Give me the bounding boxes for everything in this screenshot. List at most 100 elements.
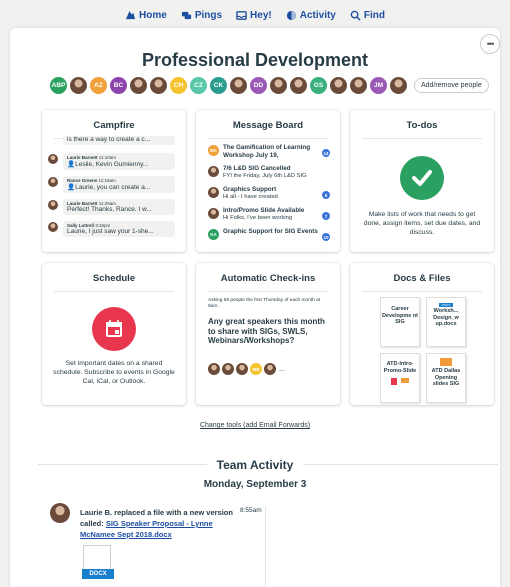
- nav-activity-label: Activity: [299, 9, 336, 21]
- person-avatar[interactable]: DD: [250, 77, 267, 94]
- avatar: [208, 363, 220, 375]
- more-responders: ...: [279, 365, 285, 373]
- message-item[interactable]: MC The Gamification of Learning Workshop…: [208, 144, 332, 164]
- avatar: [222, 363, 234, 375]
- checkins-title: Automatic Check-ins: [220, 273, 316, 284]
- person-avatar[interactable]: [330, 77, 347, 94]
- doc-file[interactable]: ATD-Intro-Promo-Slide: [380, 353, 420, 403]
- add-remove-people-button[interactable]: Add/remove people: [414, 78, 489, 93]
- calendar-icon: [92, 307, 136, 351]
- avatar: [208, 166, 219, 177]
- person-avatar[interactable]: JM: [370, 77, 387, 94]
- nav-find-label: Find: [363, 9, 385, 21]
- chat-message: Sally Luttrell 3:16pm Laurie, I just saw…: [48, 221, 180, 237]
- schedule-card[interactable]: Schedule Set important dates on a shared…: [42, 263, 186, 405]
- chat-message: Rance Greene 11:18am 👤Laurie, you can cr…: [48, 176, 180, 193]
- message-item[interactable]: KA Graphic Support for SIG Events 10: [208, 228, 332, 248]
- todos-card[interactable]: To-dos Make lists of work that needs to …: [350, 110, 494, 252]
- message-item[interactable]: Graphics Support Hi all - I have created …: [208, 186, 332, 206]
- person-avatar[interactable]: CH: [170, 77, 187, 94]
- avatar: [236, 363, 248, 375]
- person-avatar[interactable]: [270, 77, 287, 94]
- checkins-divider: [208, 291, 328, 292]
- change-tools-link[interactable]: Change tools (add Email Forwards): [10, 422, 500, 429]
- docx-file-icon[interactable]: DOCX: [82, 545, 114, 579]
- nav-find[interactable]: Find: [350, 10, 385, 21]
- chat-text: 👤Leslie, Kevin Gumienny...: [67, 161, 149, 168]
- message-board-title: Message Board: [232, 120, 304, 131]
- person-avatar[interactable]: GS: [310, 77, 327, 94]
- todos-title: To-dos: [406, 120, 438, 131]
- chat-message: Laurie Barnett 11:10am 👤Leslie, Kevin Gu…: [48, 153, 180, 170]
- nav-activity[interactable]: Activity: [286, 10, 336, 21]
- nav-pings-label: Pings: [194, 9, 223, 21]
- find-icon: [350, 10, 361, 21]
- chat-text: 👤Laurie, you can create a...: [67, 184, 151, 191]
- comment-count-badge: 5: [322, 191, 330, 199]
- checkmark-icon: [400, 156, 444, 200]
- docx-file-icon: DOCX: [439, 303, 453, 307]
- chat-bubble: Rance Greene 11:18am 👤Laurie, you can cr…: [63, 176, 175, 193]
- person-avatar[interactable]: AZ: [90, 77, 107, 94]
- doc-file-name: ATD-Intro-Promo-Slide: [383, 361, 417, 374]
- chat-message: Laurie Barnett 11:29am Perfect! Thanks, …: [48, 199, 180, 215]
- avatar: [264, 363, 276, 375]
- message-snippet: FYI the Friday, July 6th L&D SIG: [223, 172, 307, 179]
- doc-file-name: ATD Dallas Opening slides SIG: [431, 368, 461, 387]
- person-avatar[interactable]: CZ: [190, 77, 207, 94]
- person-avatar[interactable]: [230, 77, 247, 94]
- schedule-description: Set important dates on a shared schedule…: [53, 360, 175, 385]
- avatar: [208, 208, 219, 219]
- chat-text: Perfect! Thanks, Rance. I w...: [67, 206, 152, 213]
- person-avatar[interactable]: [350, 77, 367, 94]
- slide-thumbnails: [381, 378, 419, 385]
- message-board-divider: [208, 138, 328, 139]
- person-avatar[interactable]: [150, 77, 167, 94]
- person-avatar[interactable]: BC: [110, 77, 127, 94]
- chat-bubble: Sally Luttrell 3:16pm Laurie, I just saw…: [63, 221, 175, 237]
- doc-file[interactable]: DOCX Worksh... Design_w up.docx: [426, 297, 466, 347]
- person-avatar[interactable]: [290, 77, 307, 94]
- message-title: The Gamification of Learning Workshop Ju…: [223, 144, 311, 159]
- chat-bubble: Laurie Barnett 11:10am 👤Leslie, Kevin Gu…: [63, 153, 175, 170]
- person-avatar[interactable]: [390, 77, 407, 94]
- hey-icon: [236, 10, 247, 20]
- message-title: Graphics Support: [223, 186, 277, 193]
- checkin-question: Any great speakers this month to share w…: [208, 317, 325, 345]
- nav-hey[interactable]: Hey!: [236, 10, 272, 21]
- person-avatar[interactable]: [70, 77, 87, 94]
- campfire-card[interactable]: Campfire is there a way to create a c...…: [42, 110, 186, 252]
- chat-message: is there a way to create a c...: [48, 136, 180, 147]
- nav-hey-label: Hey!: [250, 9, 272, 21]
- top-nav: Home Pings Hey! Activity Find: [0, 0, 510, 30]
- message-item[interactable]: 7/6 L&D SIG Cancelled FYI the Friday, Jul…: [208, 165, 332, 185]
- message-title: 7/6 L&D SIG Cancelled: [223, 165, 291, 172]
- campfire-messages: is there a way to create a c... Laurie B…: [48, 136, 180, 243]
- person-avatar[interactable]: CK: [210, 77, 227, 94]
- nav-pings[interactable]: Pings: [181, 10, 222, 21]
- doc-file[interactable]: Career Developme nt SIG: [380, 297, 420, 347]
- doc-file[interactable]: ATD Dallas Opening slides SIG: [426, 353, 466, 403]
- docs-card[interactable]: Docs & Files Career Developme nt SIG DOC…: [350, 263, 494, 405]
- checkin-context: Asking 59 people the first Thursday of e…: [208, 298, 321, 309]
- timeline-line: [265, 506, 266, 587]
- comment-count-badge: 10: [322, 233, 330, 241]
- message-board-card[interactable]: Message Board MC The Gamification of Lea…: [196, 110, 340, 252]
- person-avatar[interactable]: ABP: [50, 77, 67, 94]
- pings-icon: [181, 11, 191, 19]
- chat-text: is there a way to create a c...: [67, 136, 151, 143]
- nav-home-label: Home: [139, 9, 167, 21]
- activity-icon: [286, 10, 296, 20]
- comment-count-badge: 14: [322, 149, 330, 157]
- todos-description: Make lists of work that needs to get don…: [363, 211, 481, 236]
- person-avatar[interactable]: [130, 77, 147, 94]
- message-item[interactable]: Intro/Promo Slide Available Hi Folks, I'v…: [208, 207, 332, 227]
- checkin-responders: MB ...: [208, 363, 285, 375]
- message-title: Graphic Support for SIG Events: [223, 228, 318, 235]
- avatar: [48, 177, 58, 187]
- checkins-card[interactable]: Automatic Check-ins Asking 59 people the…: [196, 263, 340, 405]
- message-title: Intro/Promo Slide Available: [223, 207, 305, 214]
- avatar: MB: [250, 363, 262, 375]
- avatar[interactable]: [50, 503, 70, 523]
- nav-home[interactable]: Home: [125, 10, 167, 21]
